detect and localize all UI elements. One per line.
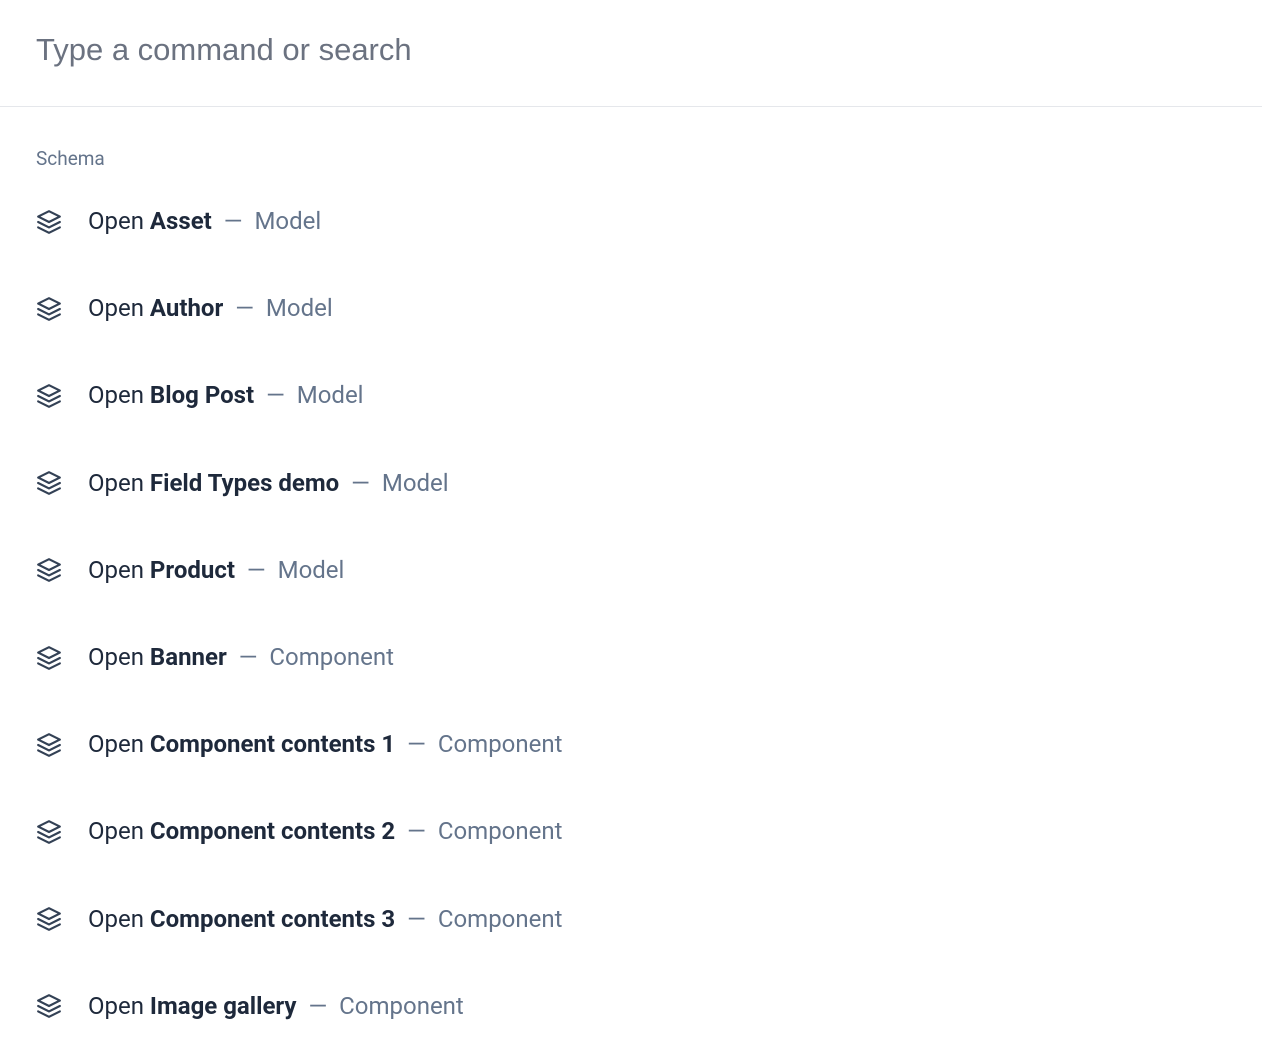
schema-item[interactable]: Open Component contents 3 — Component xyxy=(36,904,1226,935)
schema-item-label: Open Product — Model xyxy=(88,555,344,586)
item-type: Model xyxy=(278,556,345,584)
item-separator: — xyxy=(401,730,432,758)
item-separator: — xyxy=(241,556,272,584)
schema-item-label: Open Component contents 3 — Component xyxy=(88,904,562,935)
item-type: Component xyxy=(438,905,563,933)
item-prefix: Open xyxy=(88,817,150,845)
layers-icon xyxy=(36,557,62,583)
item-type: Component xyxy=(438,817,563,845)
section-label: Schema xyxy=(36,147,1226,170)
item-type: Component xyxy=(438,730,563,758)
results-area: Schema Open Asset — Model Open Author — … xyxy=(0,107,1262,1045)
item-separator: — xyxy=(345,469,376,497)
item-name: Component contents 1 xyxy=(150,730,395,758)
layers-icon xyxy=(36,906,62,932)
schema-item[interactable]: Open Component contents 1 — Component xyxy=(36,729,1226,760)
schema-item[interactable]: Open Asset — Model xyxy=(36,206,1226,237)
schema-item-label: Open Image gallery — Component xyxy=(88,991,464,1022)
item-type: Model xyxy=(254,207,321,235)
item-name: Component contents 2 xyxy=(150,817,395,845)
item-prefix: Open xyxy=(88,294,150,322)
schema-item[interactable]: Open Author — Model xyxy=(36,293,1226,324)
item-separator: — xyxy=(401,905,432,933)
item-name: Product xyxy=(150,556,235,584)
layers-icon xyxy=(36,296,62,322)
layers-icon xyxy=(36,819,62,845)
item-separator: — xyxy=(303,992,334,1020)
item-separator: — xyxy=(229,294,260,322)
item-separator: — xyxy=(233,643,264,671)
layers-icon xyxy=(36,732,62,758)
layers-icon xyxy=(36,645,62,671)
layers-icon xyxy=(36,993,62,1019)
layers-icon xyxy=(36,209,62,235)
schema-item[interactable]: Open Image gallery — Component xyxy=(36,991,1226,1022)
item-type: Component xyxy=(339,992,464,1020)
item-prefix: Open xyxy=(88,992,150,1020)
item-name: Author xyxy=(150,294,223,322)
item-name: Image gallery xyxy=(150,992,297,1020)
schema-item[interactable]: Open Component contents 2 — Component xyxy=(36,816,1226,847)
schema-item[interactable]: Open Banner — Component xyxy=(36,642,1226,673)
item-separator: — xyxy=(260,381,291,409)
schema-item-label: Open Component contents 1 — Component xyxy=(88,729,562,760)
schema-item-label: Open Blog Post — Model xyxy=(88,380,364,411)
schema-item[interactable]: Open Field Types demo — Model xyxy=(36,468,1226,499)
item-name: Asset xyxy=(150,207,212,235)
command-search-input[interactable] xyxy=(36,32,1226,68)
item-type: Model xyxy=(382,469,449,497)
layers-icon xyxy=(36,470,62,496)
item-type: Model xyxy=(297,381,364,409)
schema-item-label: Open Asset — Model xyxy=(88,206,321,237)
schema-item-label: Open Author — Model xyxy=(88,293,333,324)
item-prefix: Open xyxy=(88,556,150,584)
schema-item[interactable]: Open Product — Model xyxy=(36,555,1226,586)
item-prefix: Open xyxy=(88,730,150,758)
item-name: Component contents 3 xyxy=(150,905,395,933)
item-name: Field Types demo xyxy=(150,469,339,497)
item-separator: — xyxy=(218,207,249,235)
schema-item-label: Open Banner — Component xyxy=(88,642,394,673)
item-prefix: Open xyxy=(88,643,150,671)
schema-item[interactable]: Open Blog Post — Model xyxy=(36,380,1226,411)
item-prefix: Open xyxy=(88,207,150,235)
item-name: Banner xyxy=(150,643,227,671)
item-type: Model xyxy=(266,294,333,322)
item-prefix: Open xyxy=(88,381,150,409)
schema-item-label: Open Component contents 2 — Component xyxy=(88,816,562,847)
items-list: Open Asset — Model Open Author — Model O… xyxy=(36,206,1226,1022)
layers-icon xyxy=(36,383,62,409)
item-prefix: Open xyxy=(88,469,150,497)
item-separator: — xyxy=(401,817,432,845)
search-container xyxy=(0,0,1262,107)
item-prefix: Open xyxy=(88,905,150,933)
item-name: Blog Post xyxy=(150,381,254,409)
schema-item-label: Open Field Types demo — Model xyxy=(88,468,449,499)
item-type: Component xyxy=(269,643,394,671)
